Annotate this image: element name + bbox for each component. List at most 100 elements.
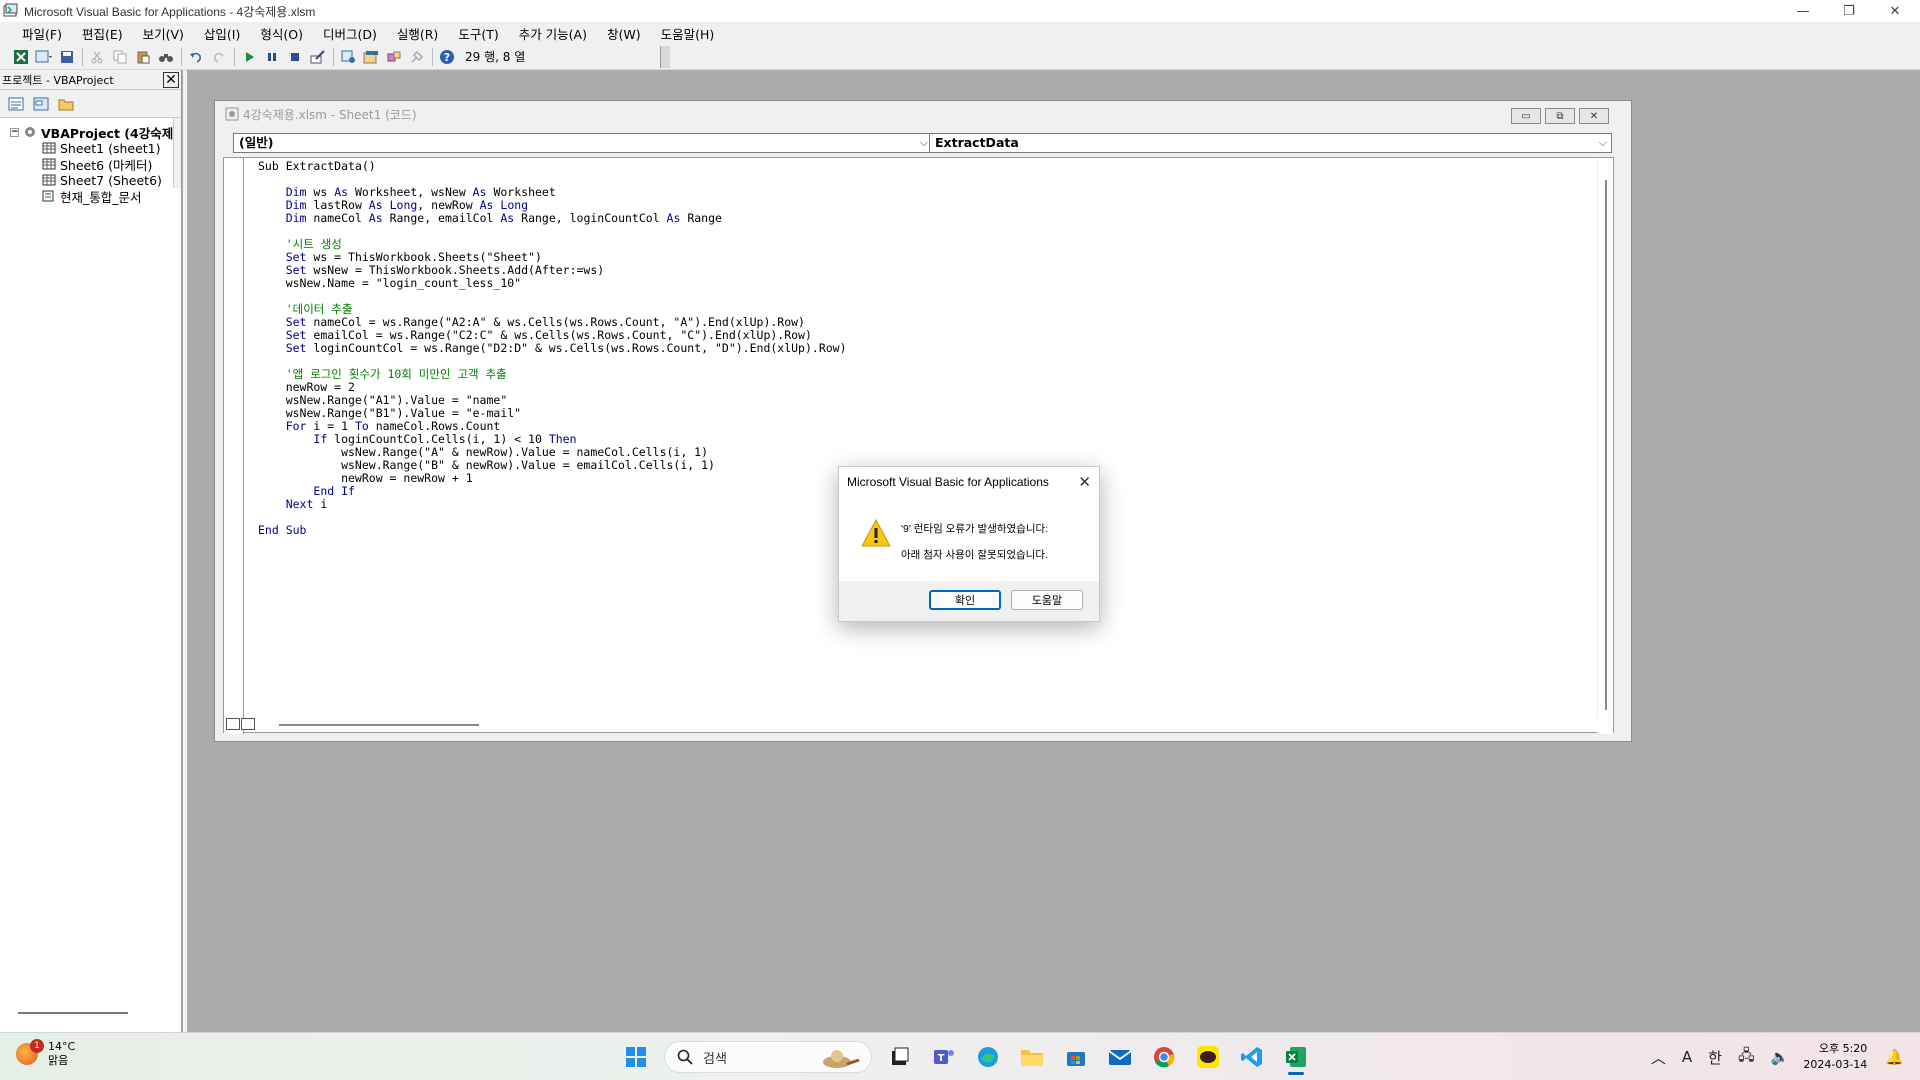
taskbar-search-box[interactable]: 검색 — [664, 1041, 872, 1073]
minimize-button[interactable]: — — [1780, 0, 1826, 22]
menu-file[interactable]: 파일(F) — [16, 24, 68, 43]
undo-button[interactable] — [185, 47, 207, 67]
project-explorer-button[interactable] — [337, 47, 359, 67]
scroll-thumb[interactable] — [1605, 180, 1607, 710]
chevron-down-icon[interactable]: ⌵ — [920, 134, 928, 152]
full-module-view-button[interactable] — [241, 718, 255, 730]
start-button[interactable] — [618, 1039, 654, 1075]
toolbox-button[interactable] — [406, 47, 428, 67]
chevron-down-icon[interactable]: ⌵ — [1599, 134, 1607, 152]
project-horizontal-scrollbar[interactable] — [18, 1012, 128, 1014]
task-view-button[interactable] — [882, 1039, 918, 1075]
code-line[interactable]: End If — [258, 485, 847, 498]
code-line[interactable] — [258, 225, 847, 238]
code-token: Sub — [258, 159, 279, 173]
find-button[interactable] — [155, 47, 177, 67]
break-button[interactable] — [261, 47, 283, 67]
tree-root-vbaproject[interactable]: − VBAProject (4강숙제 — [0, 124, 181, 141]
network-icon[interactable]: 🖧 — [1738, 1045, 1755, 1070]
code-line[interactable]: Sub ExtractData() — [258, 160, 847, 173]
ime-mode-indicator[interactable]: A — [1682, 1048, 1692, 1066]
code-text[interactable]: Sub ExtractData() Dim ws As Worksheet, w… — [258, 160, 847, 537]
menu-run[interactable]: 실행(R) — [391, 24, 444, 43]
code-token: Range, emailCol — [382, 211, 501, 225]
file-explorer-app[interactable] — [1014, 1039, 1050, 1075]
weather-temperature: 14°C — [48, 1040, 76, 1053]
toggle-folders-button[interactable] — [56, 95, 76, 113]
procedure-combobox[interactable]: ExtractData ⌵ — [929, 133, 1612, 153]
code-line[interactable]: Set loginCountCol = ws.Range("D2:D" & ws… — [258, 342, 847, 355]
chrome-app[interactable] — [1146, 1039, 1182, 1075]
code-line[interactable]: Dim nameCol As Range, emailCol As Range,… — [258, 212, 847, 225]
view-code-button[interactable] — [6, 95, 26, 113]
svg-text:T: T — [938, 1053, 945, 1064]
object-combobox[interactable]: (일반) ⌵ — [233, 133, 933, 153]
menu-tools[interactable]: 도구(T) — [452, 24, 504, 43]
ok-button[interactable]: 확인 — [929, 590, 1001, 610]
tree-item-sheet6[interactable]: Sheet6 (마케터) — [0, 156, 181, 173]
excel-app[interactable] — [1278, 1039, 1314, 1075]
menu-insert[interactable]: 삽입(I) — [198, 24, 246, 43]
toolbar-options-grip[interactable] — [660, 46, 670, 68]
run-button[interactable] — [238, 47, 260, 67]
chevron-up-icon[interactable]: ︿ — [1651, 1047, 1666, 1068]
menu-window[interactable]: 창(W) — [601, 24, 647, 43]
worksheet-icon — [42, 158, 56, 170]
reset-button[interactable] — [284, 47, 306, 67]
procedure-view-button[interactable] — [226, 718, 240, 730]
code-window-minimize-button[interactable]: ▭ — [1511, 108, 1541, 124]
paste-button[interactable] — [132, 47, 154, 67]
menu-debug[interactable]: 디버그(D) — [317, 24, 383, 43]
menu-help[interactable]: 도움말(H) — [655, 24, 721, 43]
help-button[interactable]: 도움말 — [1011, 590, 1083, 610]
edge-app[interactable] — [970, 1039, 1006, 1075]
code-line[interactable]: End Sub — [258, 524, 847, 537]
project-explorer-close-button[interactable]: ✕ — [163, 71, 179, 88]
scroll-thumb[interactable] — [279, 724, 479, 726]
properties-window-button[interactable] — [360, 47, 382, 67]
code-margin-indicator-bar[interactable] — [224, 158, 244, 734]
menu-edit[interactable]: 편집(E) — [76, 24, 129, 43]
clock[interactable]: 오후 5:20 2024-03-14 — [1803, 1041, 1867, 1073]
code-window-close-button[interactable]: ✕ — [1579, 108, 1609, 124]
help-button[interactable]: ? — [436, 47, 458, 67]
kakaotalk-app[interactable] — [1190, 1039, 1226, 1075]
redo-button[interactable] — [208, 47, 230, 67]
view-excel-button[interactable] — [10, 47, 32, 67]
code-editor[interactable]: Sub ExtractData() Dim ws As Worksheet, w… — [223, 157, 1614, 734]
object-browser-button[interactable] — [383, 47, 405, 67]
save-button[interactable] — [56, 47, 78, 67]
close-button[interactable]: ✕ — [1872, 0, 1918, 22]
weather-widget[interactable]: 1 14°C 맑음 — [16, 1039, 76, 1068]
code-line[interactable] — [258, 511, 847, 524]
code-line[interactable]: Next i — [258, 498, 847, 511]
copy-button[interactable] — [109, 47, 131, 67]
ime-language-indicator[interactable]: 한 — [1708, 1047, 1722, 1068]
view-toggle-buttons — [226, 718, 256, 732]
volume-icon[interactable]: 🔈 — [1771, 1048, 1790, 1066]
mail-app[interactable] — [1102, 1039, 1138, 1075]
menu-addins[interactable]: 추가 기능(A) — [513, 24, 593, 43]
menu-view[interactable]: 보기(V) — [137, 24, 190, 43]
cut-button[interactable] — [86, 47, 108, 67]
error-message-line2: 아래 첨자 사용이 잘못되었습니다. — [901, 549, 1048, 561]
code-keyword: Set — [285, 328, 307, 342]
tree-item-thisworkbook[interactable]: 현재_통합_문서 — [0, 188, 181, 205]
code-vertical-scrollbar[interactable] — [1597, 158, 1613, 734]
pane-splitter[interactable] — [183, 70, 187, 1032]
notification-bell-icon[interactable]: 🔔 — [1885, 1048, 1904, 1066]
teams-app[interactable]: T — [926, 1039, 962, 1075]
vscode-app[interactable] — [1234, 1039, 1270, 1075]
menu-format[interactable]: 형식(O) — [254, 24, 309, 43]
code-horizontal-scrollbar[interactable] — [244, 718, 1598, 732]
store-app[interactable] — [1058, 1039, 1094, 1075]
code-line[interactable]: wsNew.Name = "login_count_less_10" — [258, 277, 847, 290]
collapse-icon[interactable]: − — [10, 127, 19, 137]
restore-button[interactable]: ❐ — [1826, 0, 1872, 22]
view-object-button[interactable] — [31, 95, 51, 113]
dialog-close-button[interactable]: ✕ — [1078, 473, 1091, 491]
design-mode-button[interactable] — [307, 47, 329, 67]
code-window-restore-button[interactable]: ⧉ — [1545, 108, 1575, 124]
insert-userform-button[interactable] — [33, 47, 55, 67]
chrome-icon — [1154, 1047, 1175, 1068]
